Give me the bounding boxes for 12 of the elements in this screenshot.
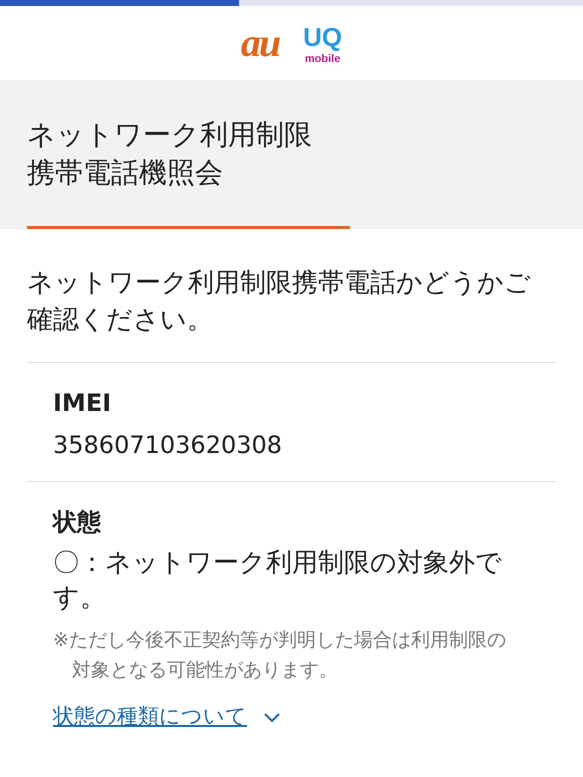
- caret-icon[interactable]: [263, 710, 281, 723]
- imei-value: 358607103620308: [53, 430, 284, 461]
- status-types-link[interactable]: 状態の種類について: [53, 701, 281, 733]
- status-label: 状態: [53, 506, 102, 538]
- note-text: ※ただし今後不正契約等が判明した場合は利用制限の対象となる可能性があります。: [53, 628, 507, 683]
- status-text: 〇：ネットワーク利用制限の対象外です。: [53, 546, 503, 616]
- imei-label: IMEI: [53, 388, 112, 419]
- au-logo: au: [240, 23, 280, 63]
- logo-subtext: mobile: [304, 52, 340, 64]
- page-title: ネットワーク利用制限 携帯電話機照会: [27, 117, 313, 191]
- intro-text: ネットワーク利用制限携帯電話かどうかご確認ください。: [27, 266, 532, 338]
- logo-text: UQ: [303, 22, 342, 52]
